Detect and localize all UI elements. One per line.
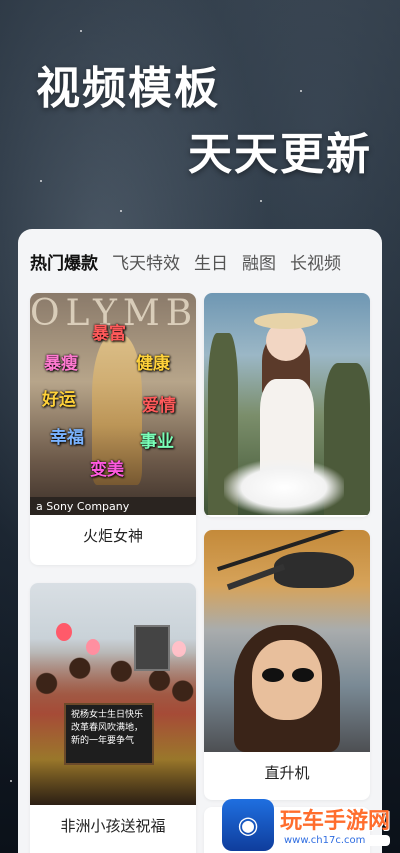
tab-flying-effects[interactable]: 飞天特效 — [112, 249, 180, 274]
hero-title-line1: 视频模板 — [36, 63, 220, 114]
wish-label: 暴瘦 — [44, 354, 78, 374]
template-caption: 非洲小孩送祝福 — [60, 817, 166, 835]
wish-label: 幸福 — [50, 428, 84, 448]
helicopter-body — [274, 552, 354, 588]
logo-url: www.ch17c.com — [280, 835, 391, 846]
hero-title-line2: 天天更新 — [188, 129, 372, 180]
template-card-helicopter[interactable]: 直升机 — [204, 530, 370, 800]
wish-label: 健康 — [136, 354, 170, 374]
brand-strip: a Sony Company — [30, 497, 196, 515]
tab-long-video[interactable]: 长视频 — [290, 249, 341, 274]
tab-hot[interactable]: 热门爆款 — [30, 249, 98, 274]
template-thumbnail: 祝杨女士生日快乐 改革春风吹满地， 新的一年要争气 — [30, 583, 196, 805]
category-tabs: 热门爆款 飞天特效 生日 融图 长视频 — [18, 229, 382, 293]
template-card-african-kids[interactable]: 祝杨女士生日快乐 改革春风吹满地， 新的一年要争气 非洲小孩送祝福 — [30, 583, 196, 853]
sunglasses — [262, 668, 314, 682]
template-caption: 直升机 — [264, 764, 310, 782]
wish-label: 好运 — [42, 390, 76, 410]
car-logo-icon: ◉ — [222, 798, 274, 851]
template-thumbnail — [204, 293, 370, 515]
template-card-mountain-girl[interactable] — [204, 293, 370, 517]
logo-name: 玩车手游网 — [280, 809, 391, 834]
tab-blend[interactable]: 融图 — [242, 249, 276, 274]
template-thumbnail: OLYMB 暴富 暴瘦 健康 好运 爱情 幸福 事业 变美 a Sony Com… — [30, 293, 196, 515]
wish-label: 变美 — [90, 460, 124, 480]
template-panel: 热门爆款 飞天特效 生日 融图 长视频 OLYMB 暴富 暴瘦 健康 好运 爱情… — [18, 229, 382, 853]
small-sign — [134, 625, 170, 671]
tab-birthday[interactable]: 生日 — [194, 249, 228, 274]
cloud-shape — [224, 460, 344, 515]
balloon — [56, 623, 72, 641]
wish-label: 暴富 — [92, 324, 126, 344]
site-logo: ◉ 玩车手游网 www.ch17c.com — [222, 796, 400, 853]
greeting-sign: 祝杨女士生日快乐 改革春风吹满地， 新的一年要争气 — [64, 703, 154, 765]
wish-label: 事业 — [140, 432, 174, 452]
template-thumbnail — [204, 530, 370, 752]
figure-hat — [254, 313, 318, 329]
wish-label: 爱情 — [142, 396, 176, 416]
template-caption: 火炬女神 — [82, 527, 143, 545]
template-card-torch-goddess[interactable]: OLYMB 暴富 暴瘦 健康 好运 爱情 幸福 事业 变美 a Sony Com… — [30, 293, 196, 565]
